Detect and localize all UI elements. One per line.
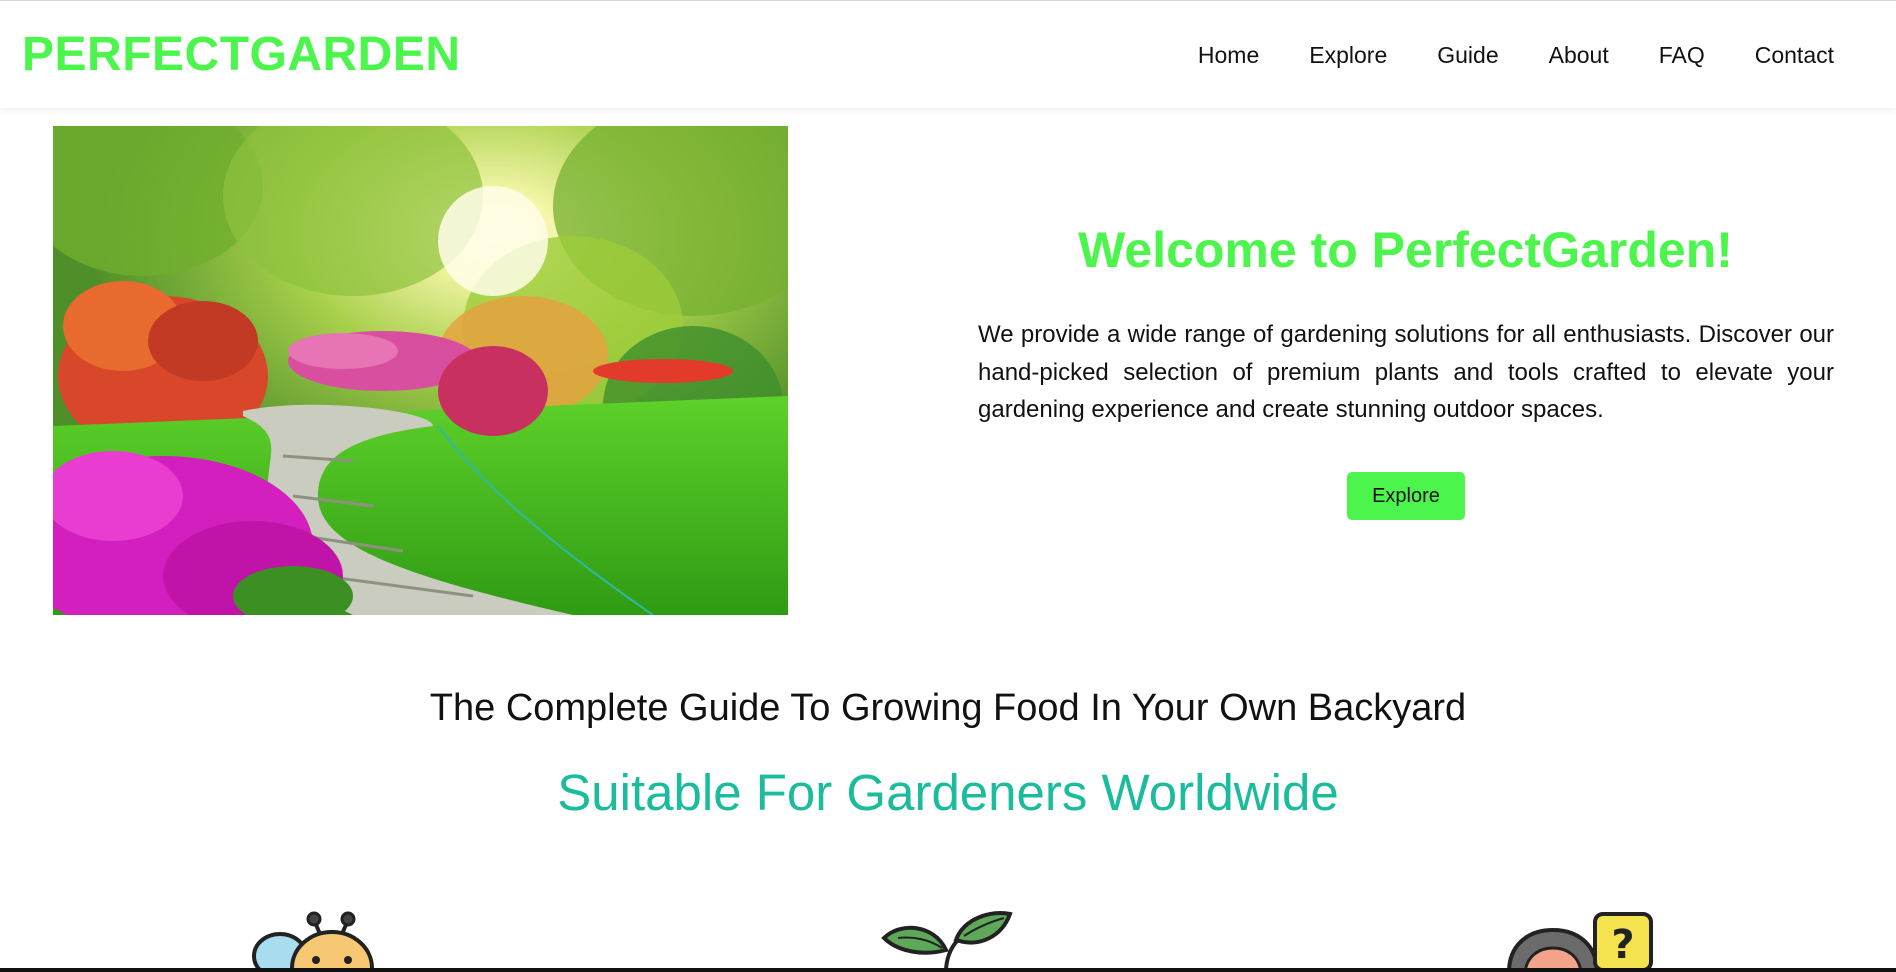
question-person-icon: ? — [1506, 912, 1653, 972]
site-logo[interactable]: PERFECTGARDEN — [22, 27, 461, 83]
hero-title: Welcome to PerfectGarden! — [1078, 222, 1733, 278]
svg-text:?: ? — [1611, 922, 1634, 968]
bee-icon — [252, 911, 374, 972]
hero-garden-image — [53, 126, 788, 615]
nav-home[interactable]: Home — [1198, 41, 1259, 69]
guide-subtitle: Suitable For Gardeners Worldwide — [557, 764, 1339, 821]
nav-contact[interactable]: Contact — [1755, 41, 1834, 69]
hero-description: We provide a wide range of gardening sol… — [978, 321, 1834, 423]
nav-explore[interactable]: Explore — [1309, 41, 1387, 69]
guide-title: The Complete Guide To Growing Food In Yo… — [429, 687, 1467, 729]
nav-about[interactable]: About — [1549, 41, 1609, 69]
nav-guide[interactable]: Guide — [1437, 41, 1498, 69]
bottom-divider — [0, 968, 1896, 972]
nav-faq[interactable]: FAQ — [1659, 41, 1705, 69]
site-header: PERFECTGARDEN Home Explore Guide About F… — [0, 1, 1896, 108]
explore-button[interactable]: Explore — [1347, 472, 1465, 520]
main-nav: Home Explore Guide About FAQ Contact — [1148, 41, 1834, 69]
leaf-sprout-icon — [881, 911, 1013, 972]
